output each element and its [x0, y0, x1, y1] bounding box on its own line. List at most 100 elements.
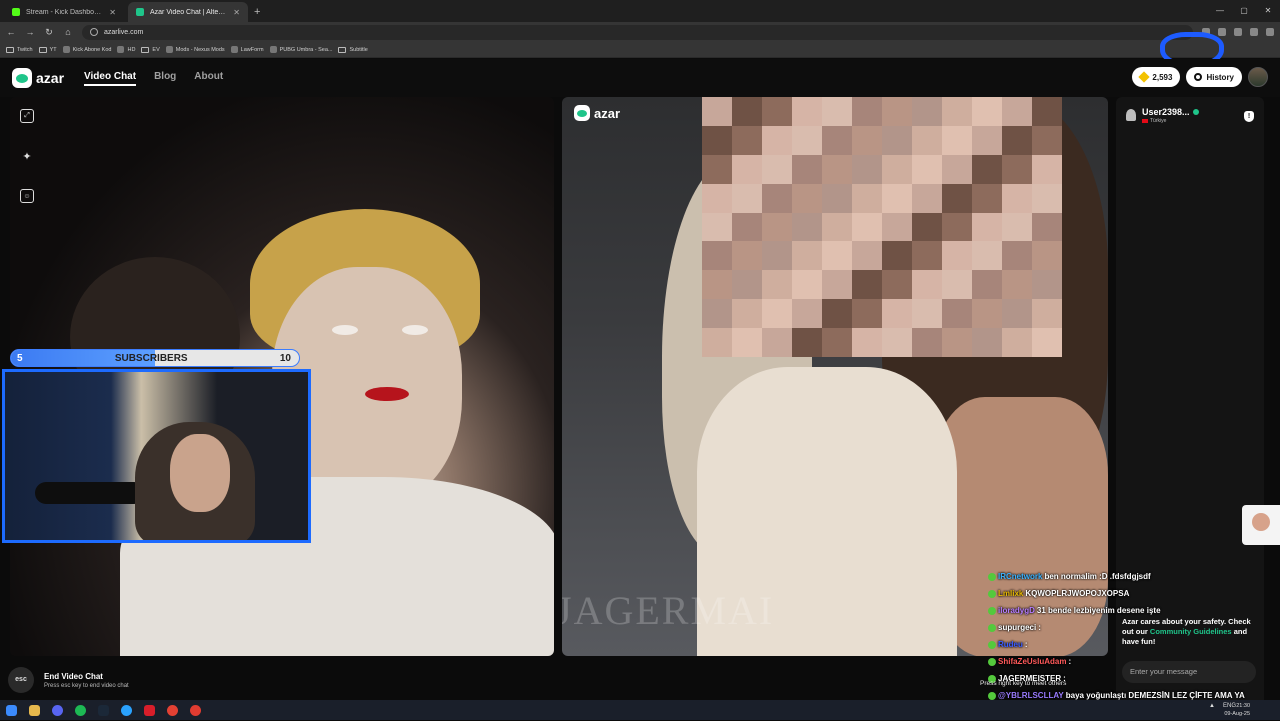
azar-header: azar Video Chat Blog About 2,593 History: [0, 59, 1280, 97]
steam-icon[interactable]: [98, 704, 109, 716]
expand-icon[interactable]: ⤢: [20, 109, 34, 123]
chat-badge-icon: [988, 589, 996, 598]
tab-kick-dashboard[interactable]: Stream - Kick Dashboard ✕: [4, 2, 124, 22]
peer-name-row: User2398...: [1142, 107, 1199, 117]
close-tab-icon[interactable]: ✕: [109, 8, 116, 17]
wifi-icon[interactable]: ▲: [1209, 703, 1215, 709]
azar-logo-text: azar: [36, 70, 65, 86]
extension-icon[interactable]: [1234, 28, 1242, 36]
peer-country-row: Türkiye: [1142, 118, 1199, 124]
chat-line: Lmlixk KQWOPLRJWOPOJXOPSA: [988, 585, 1280, 602]
minimize-button[interactable]: —: [1208, 0, 1232, 22]
header-actions: 2,593 History: [1132, 67, 1268, 87]
person-icon: [1126, 109, 1136, 121]
obs-icon[interactable]: [190, 704, 201, 716]
url-field[interactable]: azarlive.com: [82, 24, 1193, 40]
avatar[interactable]: [1248, 67, 1268, 87]
bookmark-label: Kick Abone Kod: [72, 46, 112, 53]
doll-lips: [365, 387, 409, 401]
doll-eye: [332, 325, 358, 335]
azar-favicon-icon: [136, 8, 144, 16]
camera-tools: ⤢ ✦ ☺: [20, 109, 34, 203]
forward-icon[interactable]: →: [25, 27, 35, 37]
bookmark-label: YT: [49, 46, 57, 53]
taskbar: ▲ ENG 21:30 09-Aug-25: [0, 700, 1280, 720]
streamer-webcam: [2, 369, 311, 543]
face-filter-icon[interactable]: ☺: [20, 189, 34, 203]
sub-goal-label: SUBSCRIBERS: [114, 352, 188, 364]
chat-username: Lmlixk: [998, 589, 1024, 598]
url-text: azarlive.com: [104, 28, 144, 36]
bookmark-item[interactable]: YT: [38, 46, 57, 53]
bookmark-icon: [230, 46, 238, 53]
bookmark-item[interactable]: Mods - Nexus Mods: [165, 46, 225, 53]
app-icon[interactable]: [144, 704, 155, 716]
tab-azar[interactable]: Azar Video Chat | Alternati... ✕: [128, 2, 248, 22]
taskbar-clock[interactable]: 21:30 09-Aug-25: [1224, 702, 1250, 718]
tab-label: Azar Video Chat | Alternati...: [150, 8, 227, 16]
peer-country: Türkiye: [1150, 118, 1167, 124]
end-chat-hint: Press esc key to end video chat: [44, 682, 129, 689]
app-icon[interactable]: [121, 704, 132, 716]
subscriber-goal-bar: 5 SUBSCRIBERS 10: [10, 349, 300, 367]
peer-info[interactable]: User2398... Türkiye: [1126, 107, 1199, 124]
spotify-icon[interactable]: [75, 704, 86, 716]
folder-icon: [6, 46, 14, 53]
menu-icon[interactable]: [1266, 28, 1274, 36]
sparkle-icon[interactable]: ✦: [20, 149, 34, 163]
reload-icon[interactable]: ↻: [44, 27, 54, 38]
extension-icon[interactable]: [1218, 28, 1226, 36]
azar-logo[interactable]: azar: [12, 68, 64, 88]
bookmark-item[interactable]: Twitch: [6, 46, 33, 53]
nav-video-chat[interactable]: Video Chat: [84, 71, 137, 86]
end-video-chat[interactable]: esc End Video Chat Press esc key to end …: [8, 667, 129, 693]
chat-message: :: [1068, 657, 1072, 666]
bookmark-item[interactable]: PUBG Umbra - Sea...: [269, 46, 332, 53]
time: 21:30: [1236, 703, 1250, 709]
chat-message: KQWOPLRJWOPOJXOPSA: [1025, 589, 1130, 598]
watermark-text: azar: [594, 105, 621, 121]
bookmark-item[interactable]: LawForm: [230, 46, 264, 53]
bookmark-icon: [62, 46, 70, 53]
folder-icon: [141, 46, 150, 53]
bookmark-item[interactable]: HD: [117, 46, 135, 53]
chrome-icon[interactable]: [167, 704, 178, 716]
azar-nav: Video Chat Blog About: [84, 71, 223, 86]
gems-button[interactable]: 2,593: [1132, 67, 1181, 87]
folder-icon: [338, 46, 347, 53]
maximize-button[interactable]: ▢: [1232, 0, 1256, 22]
bookmark-item[interactable]: Kick Abone Kod: [62, 46, 112, 53]
address-bar-row: ← → ↻ ⌂ azarlive.com: [0, 22, 1280, 42]
chat-line: ShifaZeUsluAdam:: [988, 653, 1280, 670]
chat-message: :: [1024, 640, 1028, 649]
chat-username: Rudeu: [998, 640, 1023, 649]
turkey-flag-icon: [1142, 119, 1148, 123]
file-explorer-icon[interactable]: [29, 704, 40, 716]
chat-badge-icon: [988, 640, 996, 649]
discord-icon[interactable]: [52, 704, 63, 716]
azar-watermark: azar: [574, 105, 620, 121]
home-icon[interactable]: ⌂: [63, 27, 73, 37]
azar-logo-icon: [12, 68, 32, 88]
back-icon[interactable]: ←: [6, 27, 16, 37]
extension-icon[interactable]: [1250, 28, 1258, 36]
chat-username: IRCnetwork: [998, 572, 1043, 581]
partner-thumbnail[interactable]: [1242, 505, 1280, 545]
pixelated-face-blur: [702, 97, 1062, 357]
nav-about[interactable]: About: [194, 71, 223, 86]
start-icon[interactable]: [6, 704, 17, 716]
bookmark-item[interactable]: EV: [141, 46, 160, 53]
shield-report-icon[interactable]: !: [1244, 111, 1254, 122]
date: 09-Aug-25: [1224, 711, 1250, 717]
site-info-icon[interactable]: [90, 28, 98, 36]
chat-line: Rudeu:: [988, 636, 1280, 653]
close-window-button[interactable]: ✕: [1256, 0, 1280, 22]
close-tab-icon[interactable]: ✕: [233, 8, 240, 17]
esc-key-button[interactable]: esc: [8, 667, 34, 693]
nav-blog[interactable]: Blog: [154, 71, 176, 86]
chat-username: ShifaZeUsluAdam: [998, 657, 1067, 666]
history-button[interactable]: History: [1186, 67, 1242, 87]
next-hint: Press right key to meet others: [980, 680, 1067, 687]
bookmark-item[interactable]: Subtitle: [338, 46, 368, 53]
new-tab-button[interactable]: +: [254, 2, 260, 22]
